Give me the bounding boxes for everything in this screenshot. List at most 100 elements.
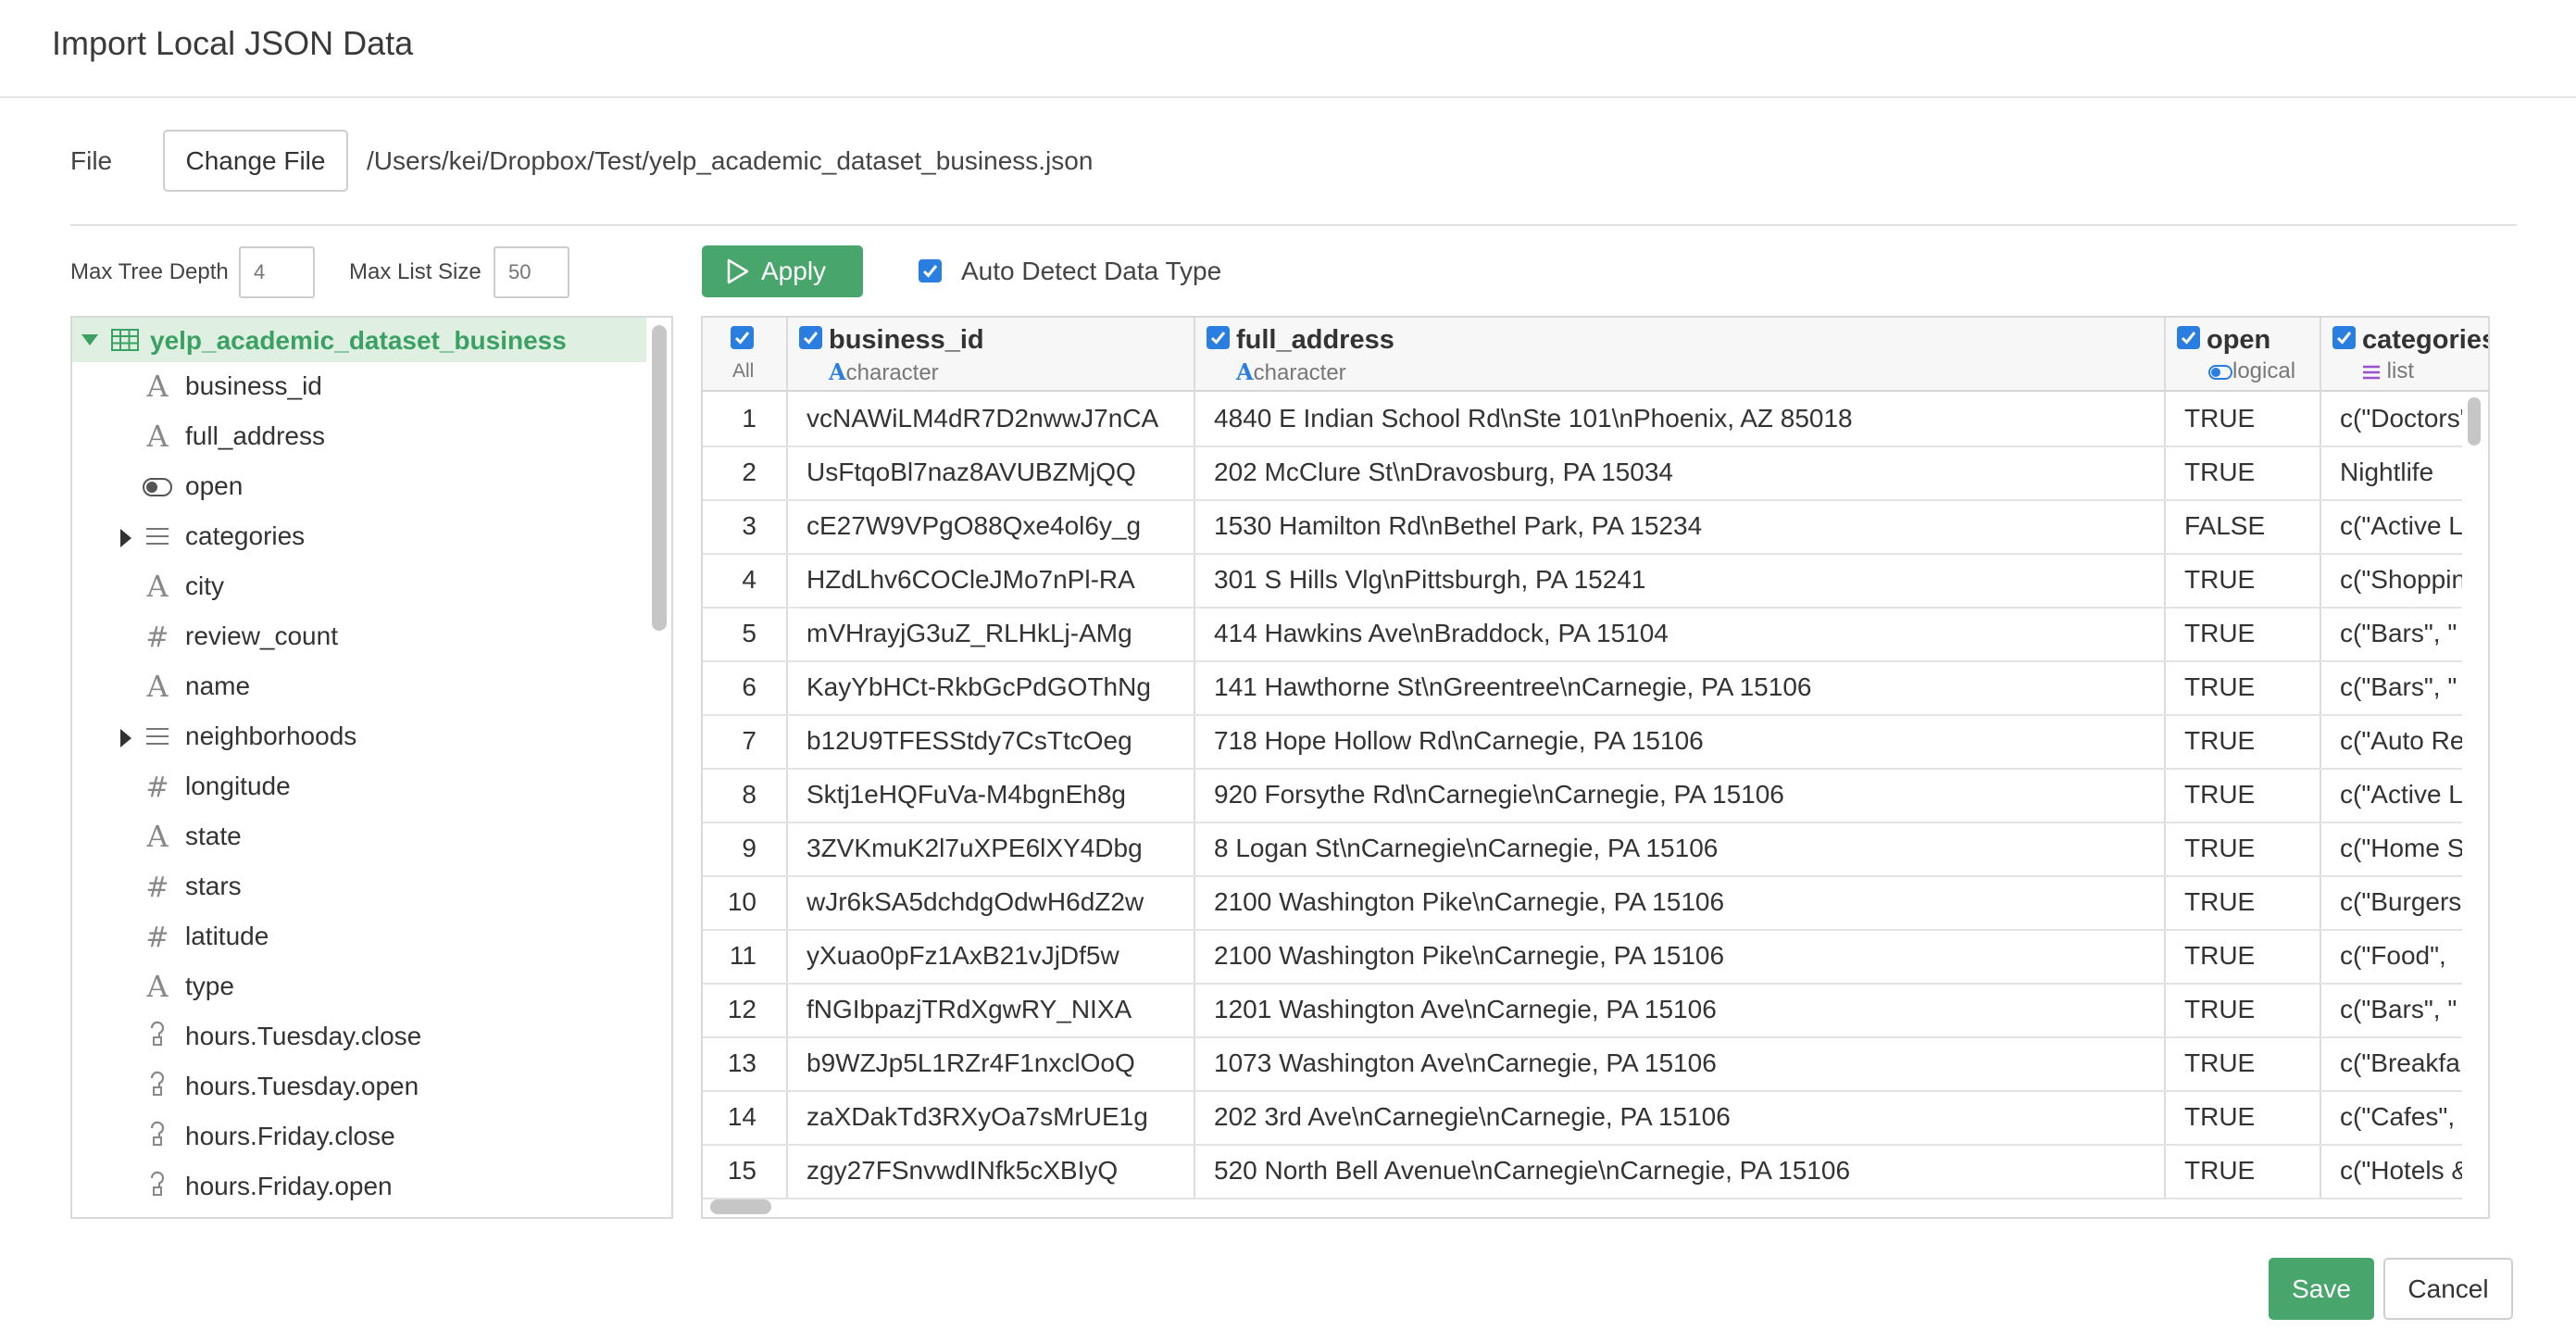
tree-item-label: name (185, 672, 251, 700)
table-icon (111, 329, 139, 351)
max-tree-depth-input[interactable] (239, 246, 315, 298)
tree-item[interactable]: Afull_address (72, 414, 646, 464)
table-row: 10 wJr6kSA5dchdgOdwH6dZ2w 2100 Washington … (703, 877, 2462, 931)
tree-item-label: hours.Friday.open (185, 1172, 393, 1200)
cell-full-address: 1201 Washington Ave\nCarnegie, PA 15106 (1214, 995, 1717, 1023)
table-row: 1 vcNAWiLM4dR7D2nwwJ7nCA 4840 E Indian Sch… (703, 394, 2462, 447)
max-list-size-label: Max List Size (349, 259, 481, 284)
dialog-title: Import Local JSON Data (52, 24, 414, 62)
cell-categories: c("Active L (2340, 511, 2462, 540)
tree-root-node[interactable]: yelp_academic_dataset_business (72, 318, 646, 362)
logical-icon (143, 470, 172, 503)
tree-item-label: state (185, 822, 242, 850)
row-number: 3 (742, 511, 757, 540)
file-path: /Users/kei/Dropbox/Test/yelp_academic_da… (367, 146, 1094, 175)
cell-categories: c("Home S (2340, 834, 2462, 862)
cell-full-address: 4840 E Indian School Rd\nSte 101\nPhoeni… (1214, 404, 1853, 433)
column-name-open[interactable]: open (2207, 325, 2270, 356)
row-number: 2 (742, 458, 757, 486)
column-type-full-address: Acharacter (1236, 358, 1346, 386)
table-row: 2 UsFtqoBl7naz8AVUBZMjQQ 202 McClure St\nD… (703, 447, 2462, 501)
table-vertical-scrollbar[interactable] (2468, 397, 2481, 446)
unknown-type-icon (143, 1020, 172, 1053)
row-number: 12 (727, 995, 757, 1023)
tree-item[interactable]: Aname (72, 664, 646, 714)
column-checkbox-business-id[interactable] (799, 326, 822, 349)
tree-item[interactable]: Acity (72, 564, 646, 614)
cell-full-address: 202 McClure St\nDravosburg, PA 15034 (1214, 458, 1673, 486)
tree-item[interactable]: Atype (72, 964, 646, 1014)
table-horizontal-scrollbar[interactable] (710, 1199, 771, 1214)
cell-business-id: zgy27FSnvwdINfk5cXBIyQ (807, 1156, 1119, 1185)
table-header: All business_id Acharacter full_address … (703, 318, 2488, 392)
cell-open: TRUE (2184, 1102, 2256, 1131)
tree-item[interactable]: hours.Tuesday.close (72, 1014, 646, 1064)
tree-item-label: stars (185, 872, 242, 900)
cell-full-address: 718 Hope Hollow Rd\nCarnegie, PA 15106 (1214, 726, 1704, 755)
caret-down-icon[interactable] (80, 333, 100, 347)
caret-right-icon[interactable] (119, 727, 133, 749)
apply-button[interactable]: Apply (702, 245, 863, 297)
tree-item-label: hours.Tuesday.close (185, 1022, 422, 1050)
save-button[interactable]: Save (2269, 1258, 2374, 1320)
cell-categories: c("Bars", " (2340, 619, 2457, 647)
cell-categories: c("Food", (2340, 941, 2446, 970)
check-icon (734, 332, 750, 345)
tree-item[interactable]: categories (72, 514, 646, 564)
tree-item-label: hours.Tuesday.open (185, 1072, 419, 1100)
tree-item[interactable]: Astate (72, 814, 646, 864)
cell-open: TRUE (2184, 1156, 2256, 1185)
column-checkbox-open[interactable] (2177, 326, 2200, 349)
cell-business-id: vcNAWiLM4dR7D2nwwJ7nCA (807, 404, 1159, 433)
tree-item[interactable]: hours.Friday.open (72, 1164, 646, 1214)
character-type-icon: A (829, 358, 846, 385)
tree-item[interactable]: hours.Friday.close (72, 1114, 646, 1164)
cell-full-address: 1073 Washington Ave\nCarnegie, PA 15106 (1214, 1048, 1717, 1077)
file-label: File (70, 146, 113, 175)
column-checkbox-categories[interactable] (2332, 326, 2356, 349)
column-name-full-address[interactable]: full_address (1236, 325, 1394, 356)
cell-open: TRUE (2184, 1048, 2256, 1077)
cell-open: TRUE (2184, 780, 2256, 809)
cell-business-id: b9WZJp5L1RZr4F1nxclOoQ (807, 1048, 1135, 1077)
table-row: 11 yXuao0pFz1AxB21vJjDf5w 2100 Washington … (703, 931, 2462, 985)
column-checkbox-full-address[interactable] (1207, 326, 1230, 349)
table-row: 9 3ZVKmuK2l7uXPE6lXY4Dbg 8 Logan St\nCarne… (703, 823, 2462, 877)
max-tree-depth-label: Max Tree Depth (70, 259, 229, 284)
change-file-button[interactable]: Change File (163, 130, 348, 192)
cell-categories: c("Bars", " (2340, 672, 2457, 701)
tree-item[interactable]: # latitude (72, 914, 646, 964)
select-all-checkbox[interactable] (731, 326, 754, 349)
row-number: 5 (742, 619, 757, 647)
row-number: 13 (727, 1048, 757, 1077)
auto-detect-checkbox[interactable] (919, 259, 942, 282)
tree-item[interactable]: Abusiness_id (72, 364, 646, 414)
column-name-categories[interactable]: categories (2362, 325, 2488, 356)
table-row: 15 zgy27FSnvwdINfk5cXBIyQ 520 North Bell A… (703, 1146, 2462, 1199)
tree-item[interactable]: neighborhoods (72, 714, 646, 764)
tree-root-label: yelp_academic_dataset_business (150, 326, 567, 355)
cancel-button[interactable]: Cancel (2383, 1258, 2513, 1320)
character-type-icon: A (1236, 358, 1254, 385)
character-icon: A (146, 369, 169, 404)
caret-right-icon[interactable] (119, 527, 133, 549)
tree-item[interactable]: open (72, 464, 646, 514)
max-list-size-input[interactable] (494, 246, 569, 298)
row-number: 11 (729, 941, 757, 970)
play-icon (727, 258, 749, 284)
column-name-business-id[interactable]: business_id (829, 325, 984, 356)
divider (70, 224, 2517, 226)
tree-item[interactable]: # longitude (72, 764, 646, 814)
tree-item-label: business_id (185, 371, 322, 400)
cell-categories: c("Shoppin (2340, 565, 2462, 594)
tree-item[interactable]: # review_count (72, 614, 646, 664)
tree-item[interactable]: # stars (72, 864, 646, 914)
cell-business-id: HZdLhv6COCleJMo7nPl-RA (807, 565, 1135, 594)
cell-categories: c("Burgers (2340, 887, 2462, 916)
table-row: 5 mVHrayjG3uZ_RLHkLj-AMg 414 Hawkins Ave\n… (703, 609, 2462, 662)
check-icon (922, 265, 938, 278)
tree-item[interactable]: hours.Tuesday.open (72, 1064, 646, 1114)
cell-full-address: 414 Hawkins Ave\nBraddock, PA 15104 (1214, 619, 1669, 647)
character-icon: A (146, 819, 169, 854)
tree-scrollbar[interactable] (652, 325, 667, 631)
